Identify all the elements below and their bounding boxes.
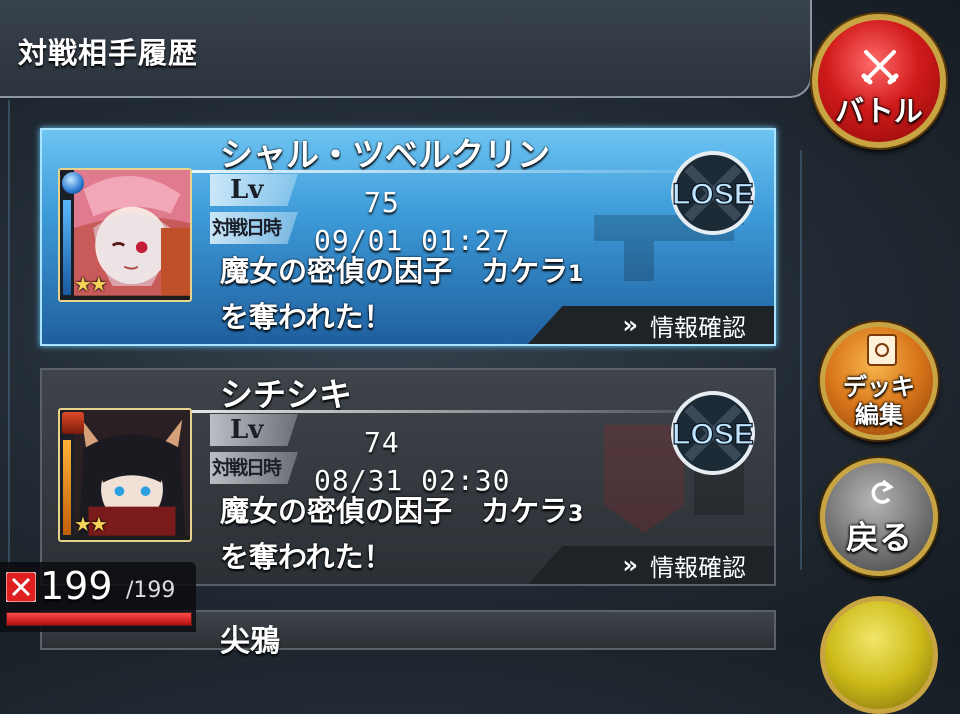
opponent-name: シャル・ツベルクリン bbox=[220, 135, 550, 174]
svg-text:LOSE: LOSE bbox=[672, 418, 754, 451]
level-label: Lv bbox=[210, 414, 298, 446]
header-bar: 対戦相手履歴 bbox=[0, 0, 812, 98]
lose-badge: LOSE bbox=[671, 151, 755, 235]
info-button[interactable]: » 情報確認 bbox=[528, 306, 774, 344]
double-chevron-icon: » bbox=[622, 551, 637, 579]
deck-edit-button[interactable]: デッキ 編集 bbox=[820, 322, 938, 440]
avatar-gauge bbox=[63, 200, 71, 295]
frame-line-left bbox=[8, 100, 10, 570]
page-title: 対戦相手履歴 bbox=[18, 36, 199, 70]
back-button[interactable]: 戻る bbox=[820, 458, 938, 576]
rarity-stars: ★★ bbox=[74, 512, 108, 536]
opponent-level: 74 bbox=[364, 426, 400, 459]
opponent-name-partial: 尖鴉 bbox=[220, 624, 280, 659]
history-card-2[interactable]: シチシキ ★★ Lv 74 対戦日時 08/31 02:30 魔女の密偵の因子 … bbox=[40, 368, 776, 586]
opponent-name: シチシキ bbox=[220, 375, 352, 414]
element-shield-icon bbox=[62, 412, 84, 434]
battle-date-label: 対戦日時 bbox=[210, 452, 298, 484]
rarity-stars: ★★ bbox=[74, 272, 108, 296]
stamina-max: /199 bbox=[126, 578, 176, 603]
opponent-avatar: ★★ bbox=[58, 168, 192, 302]
svg-text:LOSE: LOSE bbox=[672, 178, 754, 211]
stamina-bar-fill bbox=[7, 613, 191, 625]
back-button-label: 戻る bbox=[846, 518, 912, 557]
lose-badge: LOSE bbox=[671, 391, 755, 475]
stamina-bar bbox=[6, 612, 192, 626]
opponent-avatar: ★★ bbox=[58, 408, 192, 542]
frame-line-right bbox=[800, 150, 802, 570]
battle-button[interactable]: バトル bbox=[812, 14, 946, 148]
info-button-label: 情報確認 bbox=[650, 313, 746, 342]
battle-stamina-icon bbox=[6, 572, 36, 602]
element-orb-icon bbox=[62, 172, 84, 194]
stamina-current: 199 bbox=[40, 564, 113, 608]
history-card-1[interactable]: シャル・ツベルクリン ★★ Lv 75 対戦日時 09/01 01:27 魔女の… bbox=[40, 128, 776, 346]
back-arrow-icon bbox=[871, 479, 894, 504]
double-chevron-icon: » bbox=[622, 311, 637, 339]
opponent-level: 75 bbox=[364, 186, 400, 219]
info-button-label: 情報確認 bbox=[650, 553, 746, 582]
side-button-partial[interactable] bbox=[820, 596, 938, 714]
deck-cards-icon bbox=[867, 334, 897, 366]
info-button[interactable]: » 情報確認 bbox=[528, 546, 774, 584]
crossed-swords-icon bbox=[861, 50, 899, 85]
battle-date-label: 対戦日時 bbox=[210, 212, 298, 244]
stamina-panel: 199 /199 bbox=[0, 562, 196, 632]
deck-edit-label-line2: 編集 bbox=[855, 401, 903, 429]
battle-button-label: バトル bbox=[835, 94, 923, 128]
level-label: Lv bbox=[210, 174, 298, 206]
avatar-gauge bbox=[63, 440, 71, 535]
